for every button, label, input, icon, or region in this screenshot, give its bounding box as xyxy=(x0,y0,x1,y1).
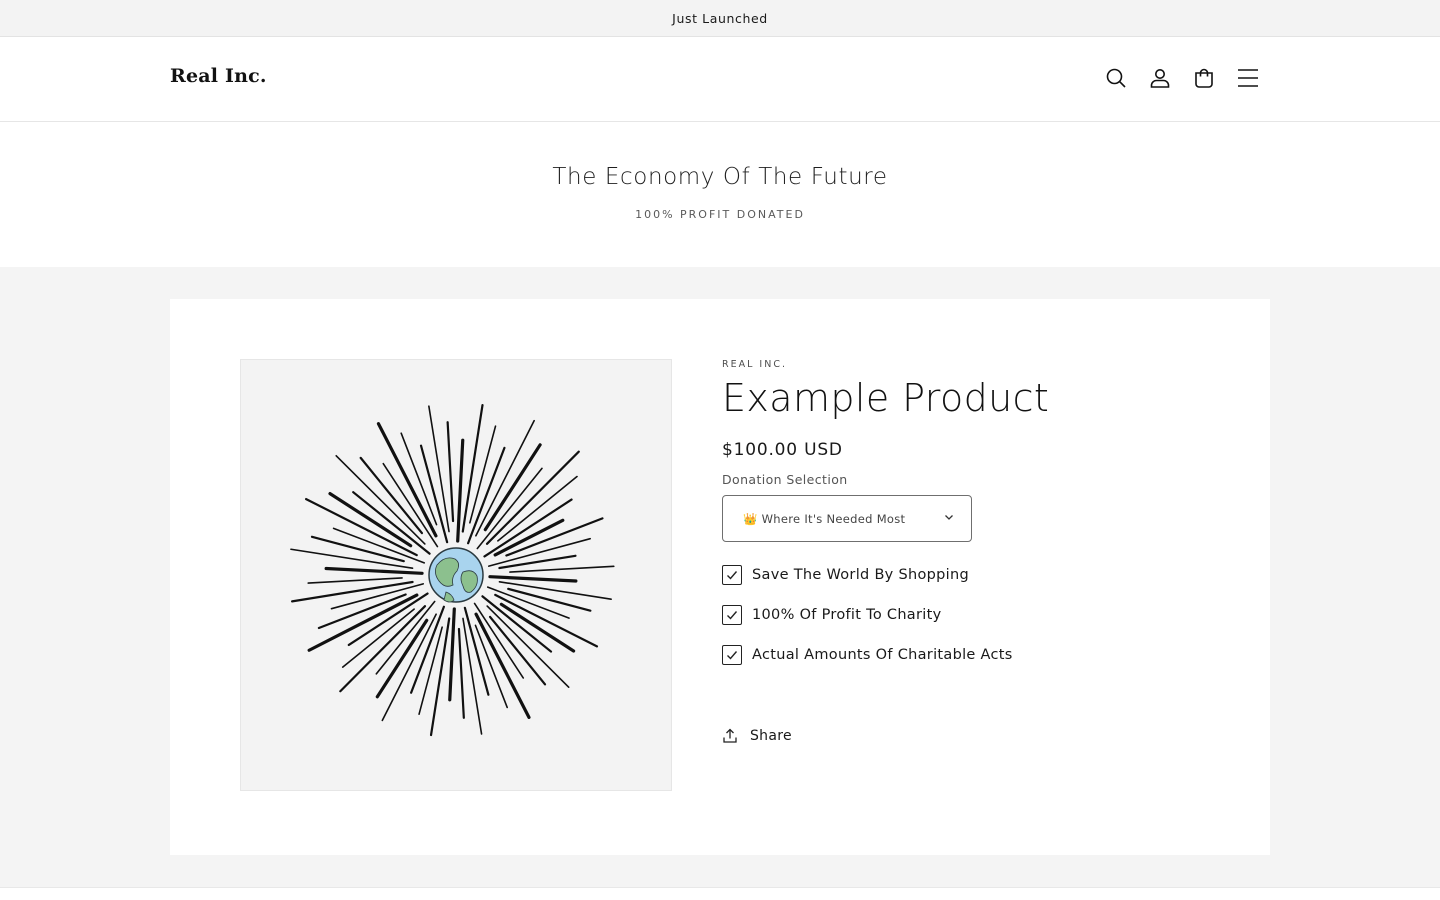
checkbox[interactable] xyxy=(722,605,742,625)
announcement-text: Just Launched xyxy=(672,10,768,26)
product-info: REAL INC. Example Product $100.00 USD Do… xyxy=(722,359,1202,748)
burst-ray xyxy=(339,605,427,693)
product-section: REAL INC. Example Product $100.00 USD Do… xyxy=(0,267,1440,888)
donation-select-label: Donation Selection xyxy=(722,472,848,487)
burst-ray xyxy=(474,612,531,719)
burst-ray xyxy=(494,593,599,648)
feature-checklist: Save The World By Shopping 100% Of Profi… xyxy=(722,565,1202,665)
checkmark-icon xyxy=(727,651,738,660)
burst-ray xyxy=(335,454,426,545)
burst-ray xyxy=(446,421,455,523)
burst-ray xyxy=(509,565,615,573)
checklist-label: 100% Of Profit To Charity xyxy=(752,607,942,623)
donation-select[interactable]: 👑 Where It's Needed Most xyxy=(722,495,972,542)
burst-ray xyxy=(328,492,413,548)
hero-banner: The Economy Of The Future 100% PROFIT DO… xyxy=(0,122,1440,267)
search-icon[interactable] xyxy=(1104,66,1128,90)
chevron-down-icon xyxy=(943,511,955,526)
burst-ray xyxy=(485,450,580,545)
product-image[interactable] xyxy=(240,359,672,791)
checkmark-icon xyxy=(727,611,738,620)
burst-ray xyxy=(498,554,577,570)
burst-ray xyxy=(324,566,424,575)
burst-ray xyxy=(456,438,465,543)
burst-ray xyxy=(375,618,429,699)
header-icons xyxy=(1104,66,1260,90)
checklist-label: Actual Amounts Of Charitable Acts xyxy=(752,647,1013,663)
checkmark-icon xyxy=(727,571,738,580)
burst-ray xyxy=(307,593,419,652)
checkbox[interactable] xyxy=(722,645,742,665)
product-title: Example Product xyxy=(722,376,1050,420)
store-logo[interactable]: Real Inc. xyxy=(170,65,267,87)
section-divider xyxy=(0,887,1440,888)
menu-icon[interactable] xyxy=(1236,66,1260,90)
burst-ray xyxy=(486,605,570,688)
account-icon[interactable] xyxy=(1148,66,1172,90)
burst-ray xyxy=(488,575,578,583)
product-price: $100.00 USD xyxy=(722,440,843,460)
burst-ray xyxy=(307,577,403,584)
site-header: Real Inc. xyxy=(0,37,1440,122)
hero-subtitle: 100% PROFIT DONATED xyxy=(635,208,805,221)
checklist-item: Save The World By Shopping xyxy=(722,565,1202,585)
burst-ray xyxy=(457,627,465,719)
burst-ray xyxy=(469,425,497,524)
share-label: Share xyxy=(750,728,792,744)
announcement-bar: Just Launched xyxy=(0,0,1440,37)
cart-icon[interactable] xyxy=(1192,66,1216,90)
share-icon xyxy=(723,728,737,743)
hero-title: The Economy Of The Future xyxy=(552,164,888,190)
product-vendor: REAL INC. xyxy=(722,359,787,370)
checklist-label: Save The World By Shopping xyxy=(752,567,969,583)
checklist-item: Actual Amounts Of Charitable Acts xyxy=(722,645,1202,665)
checkbox[interactable] xyxy=(722,565,742,585)
checklist-item: 100% Of Profit To Charity xyxy=(722,605,1202,625)
donation-select-value: 👑 Where It's Needed Most xyxy=(743,511,906,526)
burst-ray xyxy=(448,607,456,702)
earth-burst-illustration xyxy=(290,403,615,737)
burst-ray xyxy=(381,613,437,722)
product-card: REAL INC. Example Product $100.00 USD Do… xyxy=(170,299,1270,855)
share-button[interactable]: Share xyxy=(722,728,792,744)
